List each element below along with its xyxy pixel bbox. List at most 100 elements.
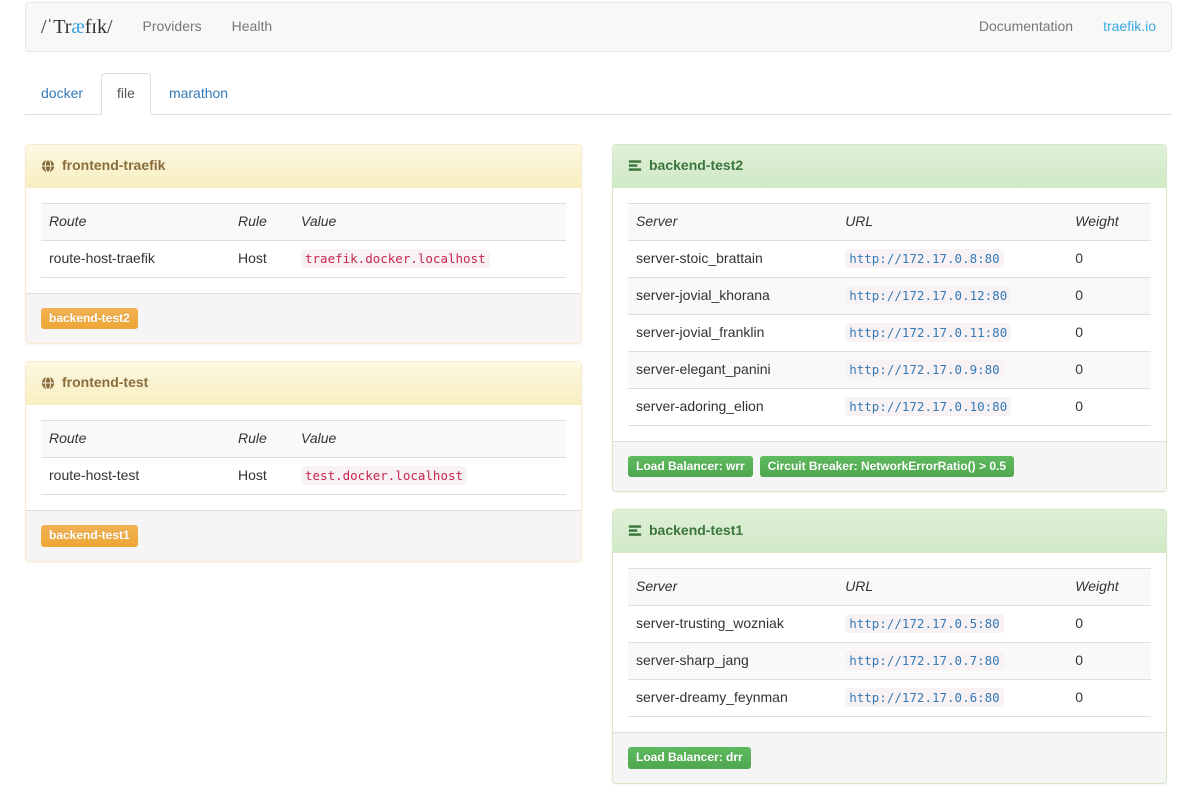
weight-cell: 0	[1067, 351, 1151, 388]
globe-icon	[41, 159, 55, 173]
provider-tabs: docker file marathon	[25, 73, 1172, 115]
tab-file[interactable]: file	[101, 73, 151, 115]
brand-prefix: /ˈTr	[41, 16, 71, 38]
brand-highlight: æ	[71, 16, 84, 38]
rule-value-code: test.docker.localhost	[301, 466, 467, 485]
route-cell: route-host-test	[41, 458, 230, 495]
panel-body: Server URL Weight server-trusting_woznia…	[613, 553, 1166, 732]
server-url-link[interactable]: http://172.17.0.6:80	[845, 688, 1004, 707]
panel-title: backend-test2	[649, 156, 743, 176]
backend-test1-panel: backend-test1 Server URL Weight server-t…	[612, 509, 1167, 783]
backend-ref-badge: backend-test2	[41, 308, 138, 329]
backends-column: backend-test2 Server URL Weight server-s…	[612, 144, 1167, 801]
frontends-column: frontend-traefik Route Rule Value route-…	[25, 144, 582, 579]
column-header-weight: Weight	[1067, 203, 1151, 240]
url-cell: http://172.17.0.6:80	[837, 680, 1067, 717]
panel-footer: Load Balancer: wrr Circuit Breaker: Netw…	[613, 441, 1166, 491]
url-cell: http://172.17.0.11:80	[837, 314, 1067, 351]
weight-cell: 0	[1067, 643, 1151, 680]
globe-icon	[41, 376, 55, 390]
rule-value-code: traefik.docker.localhost	[301, 249, 490, 268]
url-cell: http://172.17.0.10:80	[837, 388, 1067, 425]
panel-title: frontend-traefik	[62, 156, 165, 176]
column-header-value: Value	[293, 203, 566, 240]
backend-test2-panel: backend-test2 Server URL Weight server-s…	[612, 144, 1167, 492]
url-cell: http://172.17.0.12:80	[837, 277, 1067, 314]
column-header-route: Route	[41, 203, 230, 240]
backend-ref-badge: backend-test1	[41, 525, 138, 546]
table-row: route-host-traefik Host traefik.docker.l…	[41, 240, 566, 277]
panel-body: Route Rule Value route-host-traefik Host…	[26, 188, 581, 293]
content-row: frontend-traefik Route Rule Value route-…	[25, 144, 1172, 801]
navbar-right-links: Documentation traefik.io	[964, 3, 1171, 51]
tab-marathon[interactable]: marathon	[153, 73, 244, 115]
frontend-traefik-panel: frontend-traefik Route Rule Value route-…	[25, 144, 582, 344]
nav-link-health[interactable]: Health	[217, 3, 287, 51]
table-row: route-host-test Host test.docker.localho…	[41, 458, 566, 495]
server-url-link[interactable]: http://172.17.0.11:80	[845, 323, 1011, 342]
nav-link-documentation[interactable]: Documentation	[964, 3, 1088, 51]
server-url-link[interactable]: http://172.17.0.7:80	[845, 651, 1004, 670]
table-header-row: Route Rule Value	[41, 203, 566, 240]
column-header-url: URL	[837, 203, 1067, 240]
weight-cell: 0	[1067, 606, 1151, 643]
table-row: server-jovial_franklin http://172.17.0.1…	[628, 314, 1151, 351]
circuit-breaker-badge: Circuit Breaker: NetworkErrorRatio() > 0…	[760, 456, 1014, 477]
frontend-test-panel: frontend-test Route Rule Value route-hos…	[25, 361, 582, 561]
table-header-row: Route Rule Value	[41, 421, 566, 458]
tasks-icon	[628, 524, 642, 538]
weight-cell: 0	[1067, 277, 1151, 314]
table-header-row: Server URL Weight	[628, 569, 1151, 606]
server-cell: server-adoring_elion	[628, 388, 837, 425]
server-cell: server-trusting_wozniak	[628, 606, 837, 643]
panel-footer: backend-test1	[26, 510, 581, 560]
column-header-weight: Weight	[1067, 569, 1151, 606]
backend-panel-heading: backend-test2	[613, 145, 1166, 188]
server-cell: server-jovial_franklin	[628, 314, 837, 351]
frontend-routes-table: Route Rule Value route-host-traefik Host…	[41, 203, 566, 278]
load-balancer-badge: Load Balancer: drr	[628, 747, 751, 768]
table-row: server-stoic_brattain http://172.17.0.8:…	[628, 240, 1151, 277]
panel-body: Server URL Weight server-stoic_brattain …	[613, 188, 1166, 441]
backend-panel-heading: backend-test1	[613, 510, 1166, 553]
weight-cell: 0	[1067, 388, 1151, 425]
column-header-rule: Rule	[230, 421, 293, 458]
tasks-icon	[628, 159, 642, 173]
server-url-link[interactable]: http://172.17.0.10:80	[845, 397, 1011, 416]
table-row: server-dreamy_feynman http://172.17.0.6:…	[628, 680, 1151, 717]
panel-body: Route Rule Value route-host-test Host te…	[26, 405, 581, 510]
table-row: server-sharp_jang http://172.17.0.7:80 0	[628, 643, 1151, 680]
url-cell: http://172.17.0.8:80	[837, 240, 1067, 277]
column-header-server: Server	[628, 569, 837, 606]
panel-title: backend-test1	[649, 521, 743, 541]
nav-link-providers[interactable]: Providers	[128, 3, 217, 51]
value-cell: traefik.docker.localhost	[293, 240, 566, 277]
nav-link-traefik-io[interactable]: traefik.io	[1088, 3, 1171, 51]
column-header-url: URL	[837, 569, 1067, 606]
server-url-link[interactable]: http://172.17.0.8:80	[845, 249, 1004, 268]
table-row: server-jovial_khorana http://172.17.0.12…	[628, 277, 1151, 314]
server-url-link[interactable]: http://172.17.0.12:80	[845, 286, 1011, 305]
column-header-value: Value	[293, 421, 566, 458]
weight-cell: 0	[1067, 680, 1151, 717]
load-balancer-badge: Load Balancer: wrr	[628, 456, 753, 477]
rule-cell: Host	[230, 240, 293, 277]
navbar-left-links: Providers Health	[128, 3, 288, 51]
server-url-link[interactable]: http://172.17.0.9:80	[845, 360, 1004, 379]
tab-docker[interactable]: docker	[25, 73, 99, 115]
server-url-link[interactable]: http://172.17.0.5:80	[845, 614, 1004, 633]
page-container: /ˈTræfɪk/ Providers Health Documentation…	[25, 2, 1172, 801]
table-row: server-elegant_panini http://172.17.0.9:…	[628, 351, 1151, 388]
value-cell: test.docker.localhost	[293, 458, 566, 495]
table-row: server-trusting_wozniak http://172.17.0.…	[628, 606, 1151, 643]
navbar: /ˈTræfɪk/ Providers Health Documentation…	[25, 2, 1172, 52]
server-cell: server-sharp_jang	[628, 643, 837, 680]
weight-cell: 0	[1067, 314, 1151, 351]
traefik-brand[interactable]: /ˈTræfɪk/	[26, 13, 128, 42]
backend-servers-table: Server URL Weight server-stoic_brattain …	[628, 203, 1151, 426]
panel-title: frontend-test	[62, 373, 148, 393]
panel-footer: Load Balancer: drr	[613, 732, 1166, 782]
url-cell: http://172.17.0.9:80	[837, 351, 1067, 388]
rule-cell: Host	[230, 458, 293, 495]
server-cell: server-elegant_panini	[628, 351, 837, 388]
